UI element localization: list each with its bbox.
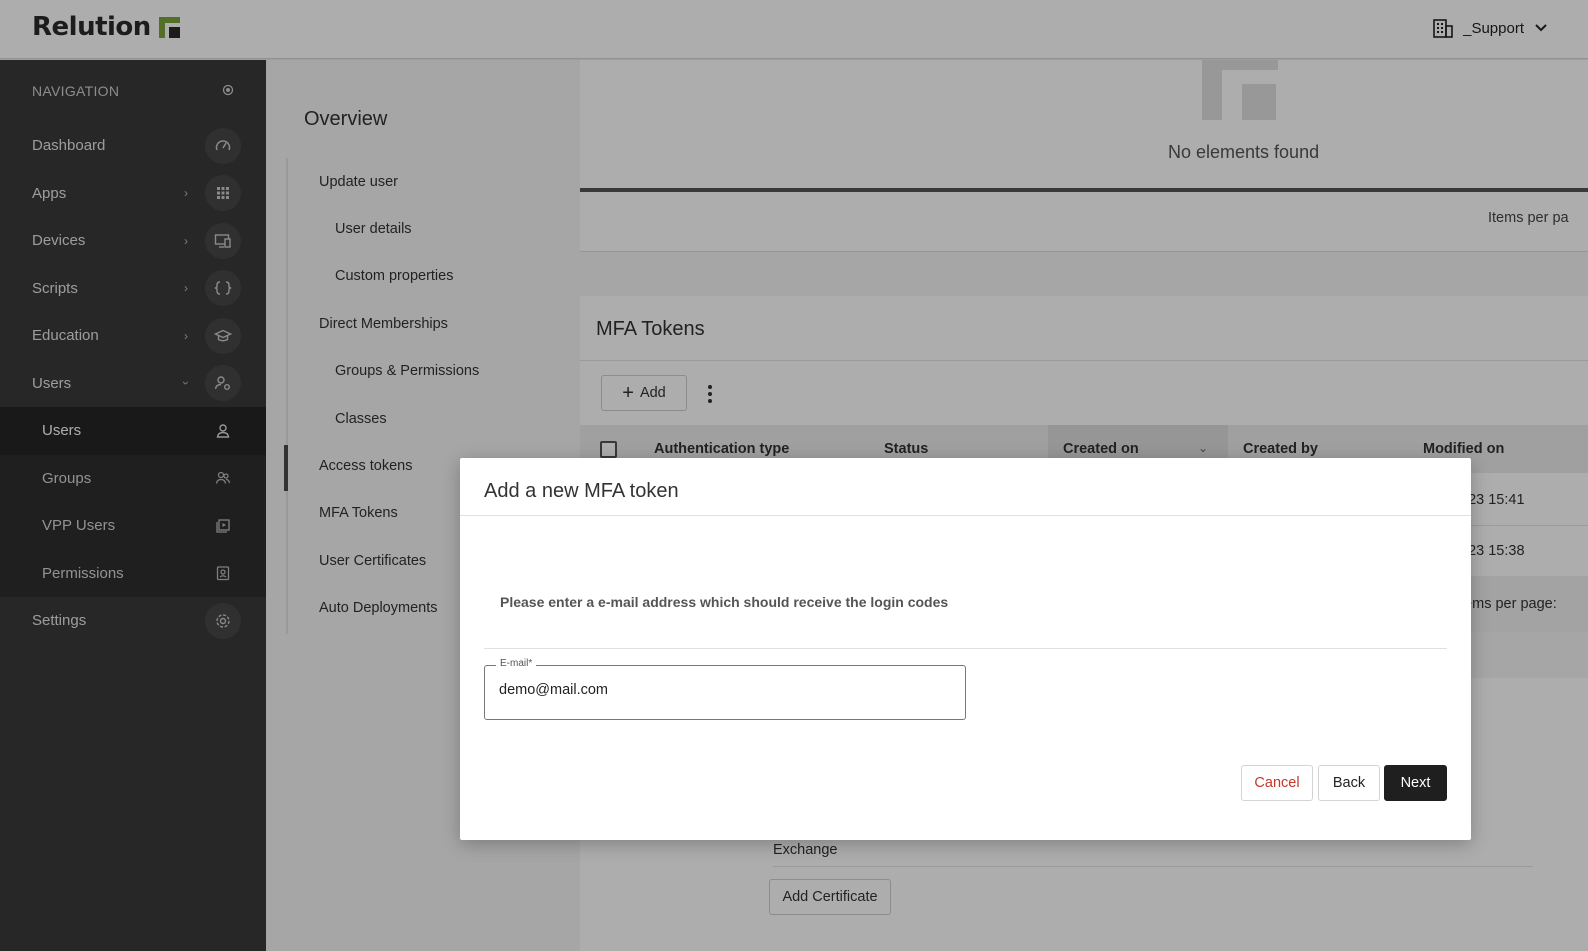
email-field-label: E-mail* <box>496 658 537 669</box>
back-button[interactable]: Back <box>1318 765 1380 801</box>
next-button[interactable]: Next <box>1384 765 1447 801</box>
cancel-button[interactable]: Cancel <box>1241 765 1313 801</box>
divider <box>484 648 1447 649</box>
dialog-instructions: Please enter a e-mail address which shou… <box>500 594 949 610</box>
dialog-title: Add a new MFA token <box>484 480 679 502</box>
email-input[interactable] <box>499 682 939 698</box>
email-field: E-mail* <box>484 658 966 720</box>
divider <box>460 515 1471 516</box>
add-mfa-token-dialog: Add a new MFA token Please enter a e-mai… <box>460 458 1471 840</box>
